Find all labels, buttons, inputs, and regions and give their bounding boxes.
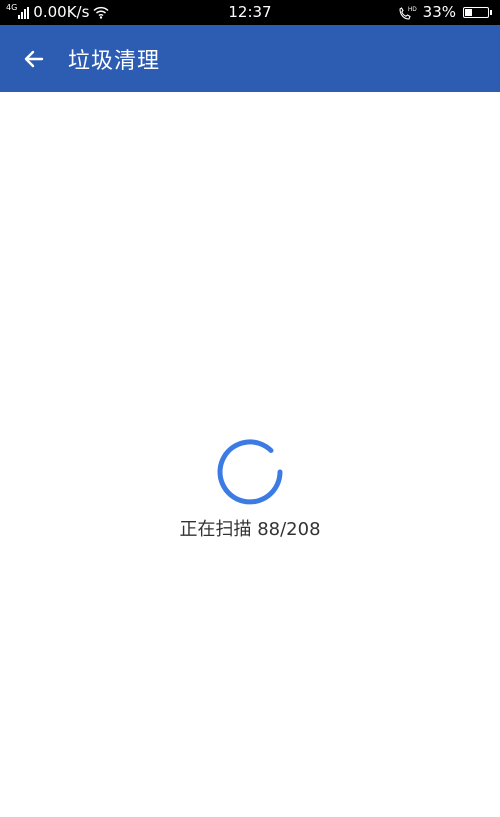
status-bar: 4G 0.00K/s 12:37 HD 33% — [0, 0, 500, 25]
arrow-left-icon — [24, 50, 44, 67]
battery-icon — [463, 7, 492, 18]
page-title: 垃圾清理 — [68, 48, 161, 74]
back-button[interactable] — [20, 45, 48, 73]
scan-progress-area: 正在扫描 88/208 — [0, 435, 500, 541]
hd-call-icon: HD — [397, 5, 417, 21]
battery-percent: 33% — [422, 3, 456, 21]
scan-count: 88/208 — [257, 519, 321, 540]
status-left: 4G 0.00K/s — [6, 0, 109, 25]
network-speed: 0.00K/s — [33, 3, 90, 21]
network-type: 4G — [6, 2, 18, 12]
loading-spinner-icon — [217, 439, 283, 505]
wifi-icon — [93, 6, 109, 19]
app-bar: 垃圾清理 — [0, 25, 500, 92]
signal-icon — [18, 6, 30, 19]
svg-text:HD: HD — [408, 7, 417, 13]
scan-status-text: 正在扫描 88/208 — [0, 515, 500, 541]
scan-label: 正在扫描 — [179, 519, 252, 540]
status-right: HD 33% — [397, 0, 492, 25]
screen: 4G 0.00K/s 12:37 HD 33% 垃圾清理 正在扫描 88/208 — [0, 0, 500, 817]
